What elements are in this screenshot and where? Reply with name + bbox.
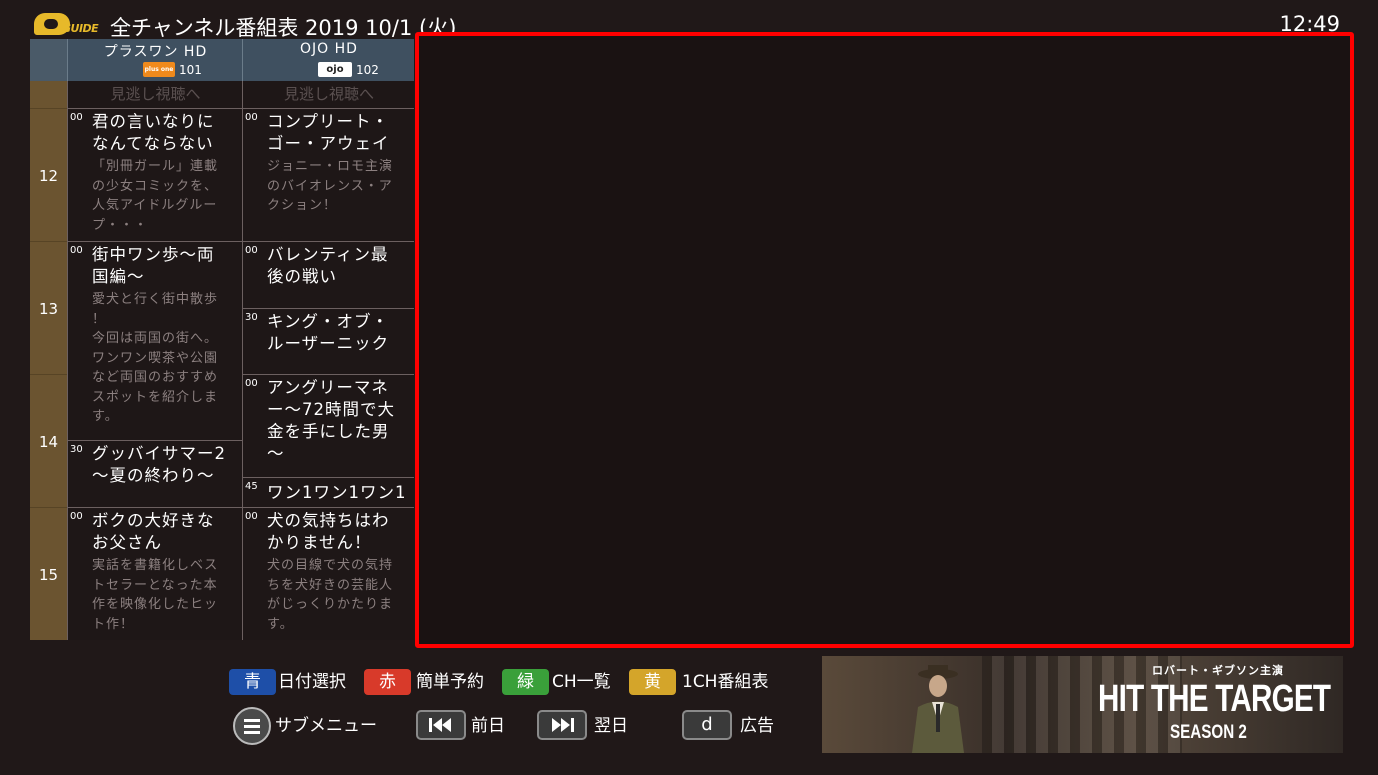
gguide-logo: GUIDE (34, 13, 99, 37)
ojo-logo: ojo (318, 62, 352, 77)
program-cell[interactable]: 00 ボクの大好きな お父さん 実話を書籍化しベス トセラーとなった本 作を映像化した… (67, 507, 242, 640)
ad-title: HIT THE TARGET (1098, 678, 1331, 720)
channel-name: プラスワン HD (103, 44, 208, 60)
d-button[interactable]: d (682, 710, 732, 740)
quick-reserve-label: 簡単予約 (416, 672, 484, 692)
hour-column: 12 13 14 15 (30, 81, 67, 640)
submenu-icon[interactable] (233, 707, 271, 745)
red-key[interactable]: 赤 (364, 669, 411, 695)
program-cell[interactable]: 45 ワン1ワン1ワン1 (242, 477, 414, 507)
skip-back-icon (429, 718, 451, 732)
program-cell[interactable]: 00 アングリーマネ ー～72時間で大 金を手にした男～ (242, 374, 414, 477)
missed-viewing-link-2[interactable]: 見逃し視聴へ (242, 81, 415, 108)
channel-header-1[interactable]: プラスワン HD plus one 101 (67, 39, 243, 81)
ad-label: 広告 (740, 716, 774, 736)
program-cell[interactable]: 00 コンプリート・ ゴー・アウェイ ジョニー・ロモ主演 のバイオレンス・ア クション… (242, 108, 414, 241)
channel-name: OJO HD (300, 41, 358, 57)
next-day-label: 翌日 (594, 716, 628, 736)
program-cell[interactable]: 00 君の言いなりに なんてならない 「別冊ガール」連載 の少女コミックを、 人気アイ… (67, 108, 242, 241)
date-select-label: 日付選択 (278, 672, 346, 692)
skip-forward-icon (552, 718, 574, 732)
hour-13: 13 (30, 241, 67, 375)
one-channel-guide-label: 1CH番組表 (682, 672, 769, 692)
program-cell[interactable]: 00 バレンティン最 後の戦い (242, 241, 414, 308)
hour-15: 15 (30, 507, 67, 641)
channel-list-label: CH一覧 (552, 672, 611, 692)
plus-one-logo: plus one (143, 62, 175, 77)
epg-screen: GUIDE 全チャンネル番組表 2019 10/1 (火) 12:49 プラスワ… (0, 0, 1378, 775)
program-cell[interactable]: 00 犬の気持ちはわ かりません！ 犬の目線で犬の気持 ちを犬好きの芸能人 がじっくり… (242, 507, 414, 640)
previous-day-button[interactable] (416, 710, 466, 740)
channel-number: 101 (179, 63, 202, 77)
ad-subtitle: ロバート・ギブソン主演 (1152, 664, 1284, 677)
channel-header-2[interactable]: OJO HD ojo 102 (242, 39, 415, 81)
next-day-button[interactable] (537, 710, 587, 740)
page-title: 全チャンネル番組表 2019 10/1 (火) (110, 16, 457, 40)
program-cell[interactable]: 30 グッバイサマー2 ～夏の終わり～ (67, 440, 242, 507)
program-cell[interactable]: 00 街中ワン歩～両 国編～ 愛犬と行く街中散歩！今回は両国の街へ。 ワンワン喫茶や… (67, 241, 242, 440)
channel-header-row: プラスワン HD plus one 101 OJO HD ojo 102 (30, 39, 414, 81)
missed-row: 見逃し視聴へ 見逃し視聴へ (67, 81, 414, 108)
actor-image (912, 665, 964, 753)
ad-season: SEASON 2 (1170, 722, 1247, 743)
missed-viewing-link-1[interactable]: 見逃し視聴へ (67, 81, 243, 108)
hour-14: 14 (30, 374, 67, 508)
channel-number: 102 (356, 63, 379, 77)
green-key[interactable]: 緑 (502, 669, 549, 695)
hour-12: 12 (30, 108, 67, 242)
program-cell[interactable]: 30 キング・オブ・ ルーザーニック (242, 308, 414, 374)
yellow-key[interactable]: 黄 (629, 669, 676, 695)
previous-day-label: 前日 (471, 716, 505, 736)
blue-key[interactable]: 青 (229, 669, 276, 695)
preview-window (415, 32, 1354, 648)
submenu-label: サブメニュー (275, 716, 377, 736)
advertisement-banner[interactable]: ロバート・ギブソン主演 HIT THE TARGET SEASON 2 (822, 656, 1343, 753)
program-grid: プラスワン HD plus one 101 OJO HD ojo 102 見逃し… (30, 39, 414, 640)
